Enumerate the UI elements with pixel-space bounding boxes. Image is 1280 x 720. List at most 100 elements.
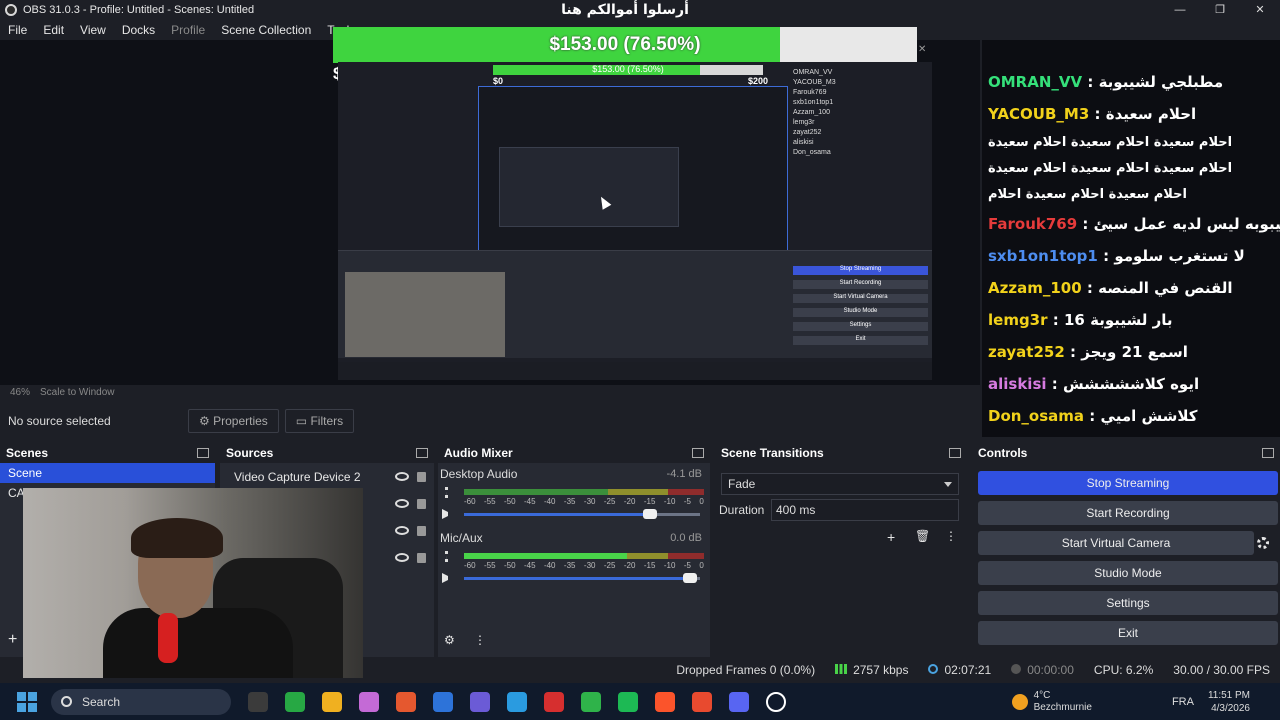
weather-icon [1011,693,1028,710]
dropped-frames: Dropped Frames 0 (0.0%) [676,663,816,677]
taskbar-app-icon[interactable] [396,691,416,712]
taskbar-app-icon[interactable] [618,691,638,712]
eye-icon[interactable] [395,472,409,481]
taskbar-app-icon[interactable] [655,691,675,712]
taskbar-app-icon[interactable] [470,691,490,712]
add-scene-button[interactable]: + [8,631,17,649]
close-button[interactable]: ✕ [1240,0,1280,20]
undock-icon[interactable] [197,448,209,458]
speaker-icon[interactable] [442,509,452,519]
channel-name: Mic/Aux [440,531,483,545]
chat-text: احلام سعيدة احلام سعيدة احلام سعيدة [988,135,1233,150]
scale-tick: -25 [603,561,616,570]
minimize-button[interactable]: — [1160,0,1200,20]
menu-dots-icon[interactable]: ⋮ [945,529,957,543]
scale-tick: -10 [663,561,676,570]
taskbar-app-icon[interactable] [766,691,786,712]
status-bar: Dropped Frames 0 (0.0%) 2757 kbps 02:07:… [0,660,1280,680]
eye-icon[interactable] [395,526,409,535]
taskbar-app-icon[interactable] [285,691,305,712]
scale-tick: -25 [603,497,616,506]
undock-icon[interactable] [949,448,961,458]
mixer-settings-icon[interactable]: ⚙ [444,633,455,647]
undock-icon[interactable] [416,448,428,458]
stop-streaming-button[interactable]: Stop Streaming [978,471,1278,495]
nested-taskbar [338,362,932,380]
filters-label: Filters [310,414,344,428]
language-indicator[interactable]: FRA [1172,696,1194,708]
channel-db: 0.0 dB [670,532,702,544]
menu-bar: File Edit View Docks Profile Scene Colle… [0,20,363,40]
taskbar-app-icon[interactable] [507,691,527,712]
menu-profile[interactable]: Profile [163,23,213,37]
add-transition-icon[interactable]: + [887,529,895,545]
properties-button[interactable]: ⚙ Properties [188,409,279,433]
undock-icon[interactable] [1262,448,1274,458]
menu-edit[interactable]: Edit [35,23,72,37]
transition-select[interactable]: Fade [721,473,959,495]
menu-dots-icon[interactable] [445,487,448,498]
webcam-person-hair [131,518,223,558]
clock[interactable]: 11:51 PM 4/3/2026 [1208,689,1250,715]
windows-start-icon[interactable] [17,691,37,712]
taskbar-app-icon[interactable] [248,691,268,712]
taskbar-app-icon[interactable] [322,691,342,712]
taskbar-app-icon[interactable] [359,691,379,712]
taskbar-search[interactable]: Search [51,688,231,715]
taskbar-app-icon[interactable] [692,691,712,712]
mixer-menu-icon[interactable]: ⋮ [474,633,486,647]
start-recording-button[interactable]: Start Recording [978,501,1278,525]
cpu-usage: CPU: 6.2% [1093,663,1154,677]
nested-chat: OMRAN_VV YACOUB_M3 Farouk769 sxb1on1top1… [793,68,928,158]
filters-button[interactable]: ▭ Filters [284,409,355,433]
chat-message: aliskisi : ايوه كلاششششش [982,368,1280,400]
scenes-dock-title: Scenes [6,446,49,460]
undock-icon[interactable] [692,448,704,458]
scale-tick: 0 [699,497,704,506]
mixer-dock-title: Audio Mixer [444,446,513,460]
weather[interactable]: 4°C Bezchmurnie [1034,690,1092,714]
menu-docks[interactable]: Docks [114,23,163,37]
scale-mode-select[interactable]: Scale to Window [40,387,114,398]
scale-tick: -50 [503,497,516,506]
trash-icon[interactable]: 🗑 [915,529,930,543]
menu-file[interactable]: File [0,23,35,37]
start-virtual-camera-button[interactable]: Start Virtual Camera [978,531,1254,555]
speaker-icon[interactable] [442,573,452,583]
nested-chat-user: aliskisi [793,139,814,146]
lock-icon[interactable] [417,498,426,509]
eye-icon[interactable] [395,553,409,562]
lock-icon[interactable] [417,471,426,482]
scale-tick: -10 [663,497,676,506]
nested-chat-user: Don_osama [793,149,831,156]
scene-item[interactable]: Scene [0,463,215,483]
taskbar-app-icon[interactable] [544,691,564,712]
duration-input[interactable]: 400 ms [771,499,959,521]
studio-mode-button[interactable]: Studio Mode [978,561,1278,585]
menu-view[interactable]: View [72,23,114,37]
volume-slider[interactable] [464,509,700,519]
slider-knob[interactable] [642,509,657,519]
volume-meter [464,489,704,495]
chat-text: : ايوه كلاششششش [1051,375,1200,393]
chat-text: احلام سعيدة احلام سعيدة احلام سعيدة [988,161,1233,176]
close-icon[interactable]: ✕ [918,44,926,55]
chat-text: : لا تستغرب سلومو [1103,247,1245,265]
source-item[interactable]: Video Capture Device 2 [220,463,434,490]
taskbar-app-icon[interactable] [729,691,749,712]
maximize-button[interactable]: ❐ [1200,0,1240,20]
eye-icon[interactable] [395,499,409,508]
gear-icon[interactable] [1257,537,1269,549]
settings-button[interactable]: Settings [978,591,1278,615]
volume-meter [464,553,704,559]
menu-scene-collection[interactable]: Scene Collection [213,23,319,37]
taskbar-app-icon[interactable] [581,691,601,712]
transition-value: Fade [728,477,756,491]
taskbar-app-icon[interactable] [433,691,453,712]
lock-icon[interactable] [417,525,426,536]
slider-knob[interactable] [682,573,697,583]
volume-slider[interactable] [464,573,700,583]
lock-icon[interactable] [417,552,426,563]
menu-dots-icon[interactable] [445,551,448,562]
exit-button[interactable]: Exit [978,621,1278,645]
